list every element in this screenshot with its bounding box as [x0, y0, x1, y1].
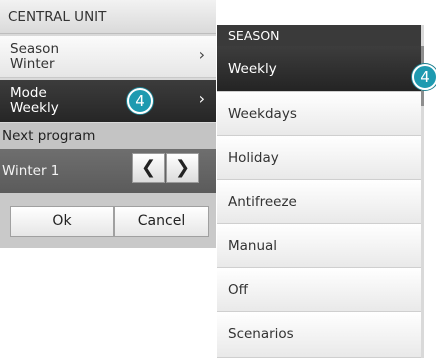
next-program-section: Next program Winter 1 ❮ ❯ — [0, 123, 216, 193]
central-unit-title: CENTRAL UNIT — [0, 0, 216, 34]
season-row[interactable]: Season Winter › — [0, 36, 216, 78]
menu-item-scenarios[interactable]: Scenarios — [217, 312, 421, 358]
season-menu-panel: SEASON Weekly Weekdays Holiday Antifreez… — [217, 25, 421, 358]
step-badge: 4 — [127, 88, 153, 114]
chevron-right-icon: › — [198, 89, 205, 108]
season-value: Winter — [10, 56, 55, 72]
mode-row[interactable]: Mode Weekly › — [0, 80, 216, 122]
previous-program-button[interactable]: ❮ — [132, 153, 165, 183]
season-label: Season — [10, 41, 59, 57]
mode-value: Weekly — [10, 100, 59, 116]
step-badge: 4 — [412, 64, 436, 90]
ok-button[interactable]: Ok — [10, 206, 114, 237]
menu-item-weekly[interactable]: Weekly — [217, 46, 421, 92]
next-program-value: Winter 1 — [2, 163, 60, 179]
next-program-button[interactable]: ❯ — [166, 153, 199, 183]
menu-item-holiday[interactable]: Holiday — [217, 136, 421, 180]
mode-label: Mode — [10, 85, 47, 101]
central-unit-panel: CENTRAL UNIT Season Winter › Mode Weekly… — [0, 0, 216, 248]
menu-item-off[interactable]: Off — [217, 268, 421, 312]
menu-item-manual[interactable]: Manual — [217, 224, 421, 268]
season-menu-title: SEASON — [217, 25, 421, 46]
chevron-right-icon: › — [198, 45, 205, 64]
next-program-label: Next program — [0, 123, 216, 149]
menu-item-weekdays[interactable]: Weekdays — [217, 92, 421, 136]
action-buttons: Ok Cancel — [0, 193, 216, 248]
cancel-button[interactable]: Cancel — [114, 206, 209, 237]
menu-item-antifreeze[interactable]: Antifreeze — [217, 180, 421, 224]
